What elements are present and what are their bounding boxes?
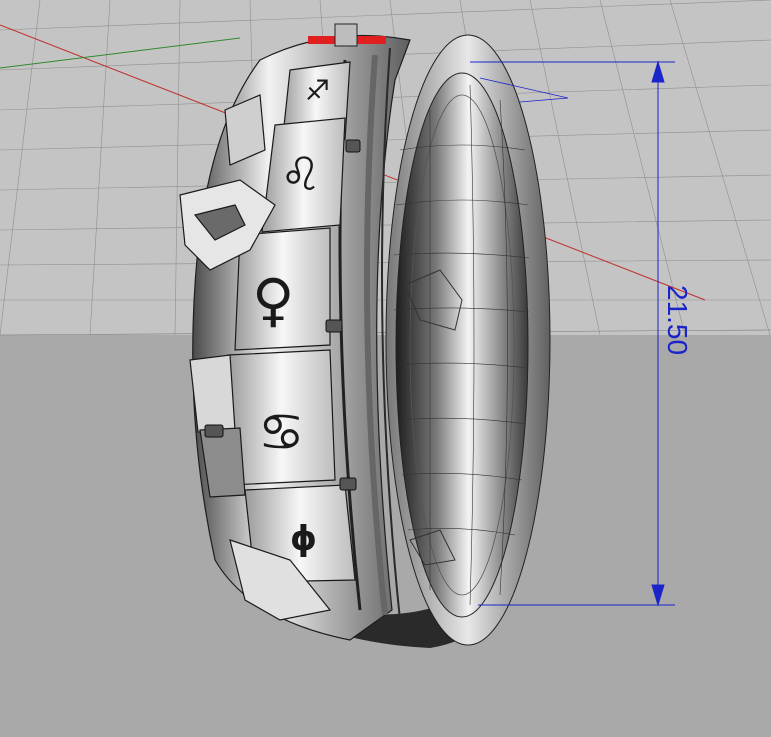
zodiac-symbol-leo: ♌ bbox=[280, 147, 321, 201]
zodiac-symbol-lower: ϕ bbox=[290, 519, 317, 559]
zodiac-symbol-cancer: ♋ bbox=[258, 403, 305, 463]
dimension-value-label: 21.50 bbox=[662, 285, 693, 355]
zodiac-symbol-venus: ♀ bbox=[252, 266, 294, 334]
ring-model[interactable]: ♐ ♌ ♀ ♋ ϕ bbox=[179, 23, 551, 648]
viewport-perspective[interactable]: ♐ ♌ ♀ ♋ ϕ 21.50 bbox=[0, 0, 771, 737]
top-peg bbox=[334, 23, 358, 47]
zodiac-symbol-sagittarius: ♐ bbox=[305, 74, 330, 107]
viewport-canvas[interactable]: ♐ ♌ ♀ ♋ ϕ 21.50 bbox=[0, 0, 771, 737]
ring-inner-bore bbox=[395, 72, 529, 618]
